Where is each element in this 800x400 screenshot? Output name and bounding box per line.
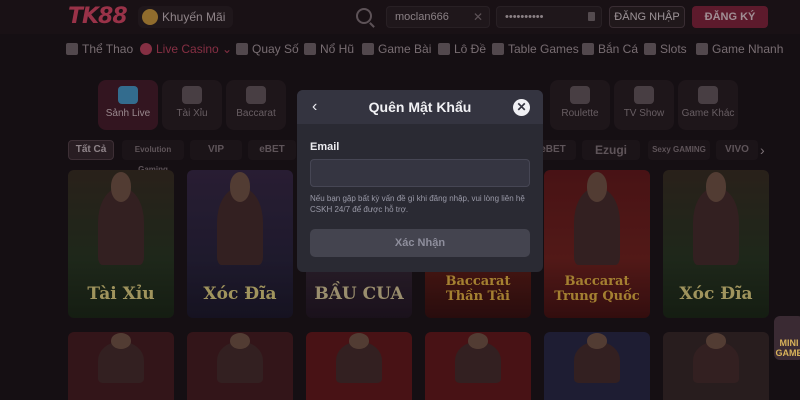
mini-game-button[interactable]: MINI GAME xyxy=(774,316,800,360)
support-note: Nếu bạn gặp bất kỳ vấn đề gì khi đăng nh… xyxy=(310,194,525,214)
modal-header: ‹ Quên Mật Khẩu ✕ xyxy=(297,90,543,124)
email-label: Email xyxy=(310,141,340,153)
email-field[interactable] xyxy=(310,159,530,187)
confirm-button[interactable]: Xác Nhận xyxy=(310,229,530,257)
page: TK88 Khuyến Mãi moclan666 ✕ •••••••••• Đ… xyxy=(0,0,800,400)
close-icon[interactable]: ✕ xyxy=(513,99,530,116)
forgot-password-modal: ‹ Quên Mật Khẩu ✕ Email Nếu bạn gặp bất … xyxy=(297,90,543,272)
modal-title: Quên Mật Khẩu xyxy=(368,99,472,115)
